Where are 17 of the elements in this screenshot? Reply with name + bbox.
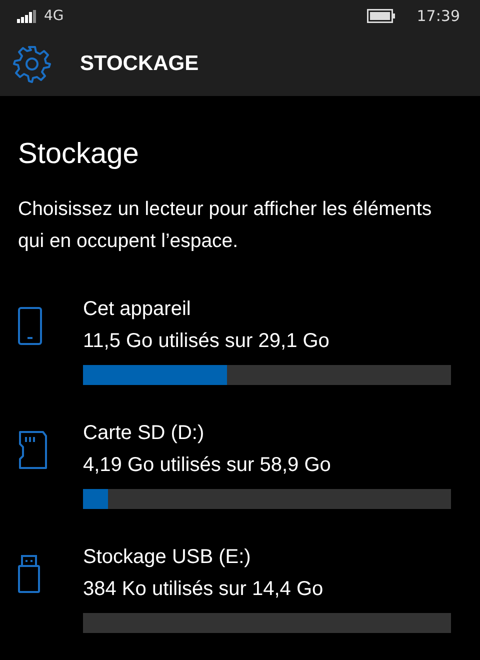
usage-text: 4,19 Go utilisés sur 58,9 Go bbox=[83, 453, 332, 478]
page-title: Stockage bbox=[18, 138, 140, 171]
description-text: Choisissez un lecteur pour afficher les éléments qui en occupent l’espace. bbox=[18, 197, 433, 254]
usage-text: 11,5 Go utilisés sur 29,1 Go bbox=[83, 329, 330, 354]
drive-name[interactable]: Stockage USB (E:) bbox=[83, 541, 451, 573]
usb-drive-icon bbox=[18, 555, 40, 593]
sd-card-icon bbox=[18, 431, 47, 469]
usage-text: 384 Ko utilisés sur 14,4 Go bbox=[83, 577, 324, 602]
drive-name[interactable]: Carte SD (D:) bbox=[83, 417, 451, 449]
clock-time: 17:39 bbox=[416, 7, 460, 25]
drive-name[interactable]: Cet appareil bbox=[83, 293, 451, 325]
network-type: 4G bbox=[44, 8, 64, 24]
header-title: STOCKAGE bbox=[80, 52, 199, 76]
settings-icon bbox=[13, 45, 51, 83]
battery-icon bbox=[366, 9, 395, 23]
phone-icon bbox=[18, 307, 42, 345]
signal-icon bbox=[17, 10, 37, 22]
